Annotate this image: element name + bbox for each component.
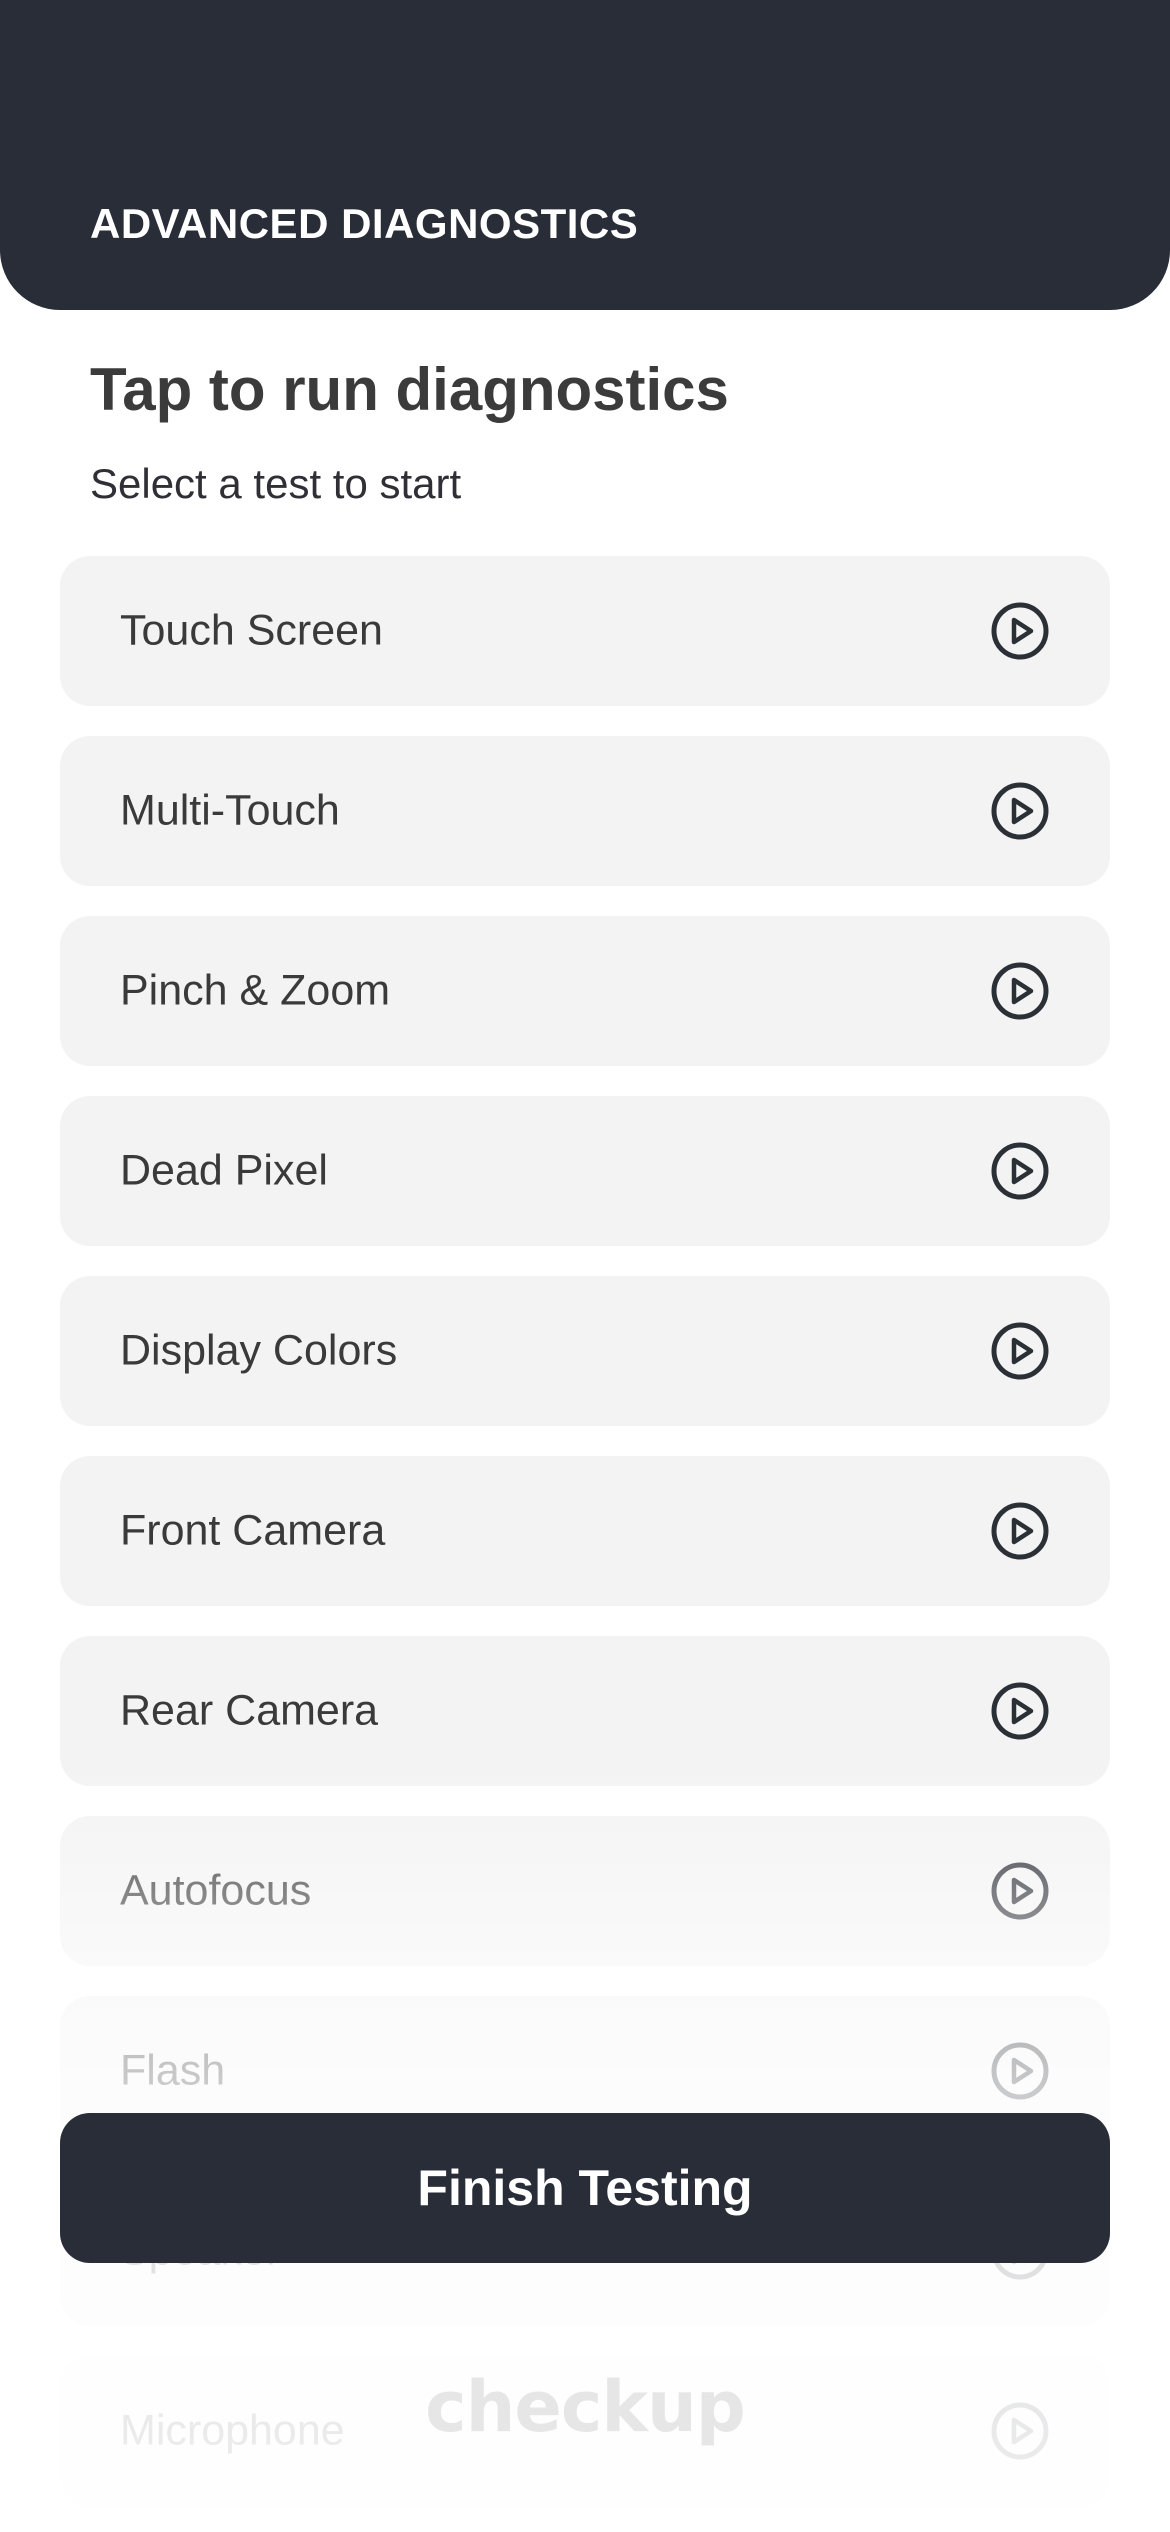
- test-label: Flash: [120, 2046, 226, 2095]
- header: ADVANCED DIAGNOSTICS: [0, 0, 1170, 310]
- header-title: ADVANCED DIAGNOSTICS: [90, 200, 639, 247]
- test-label: Pinch & Zoom: [120, 966, 391, 1015]
- test-item-multi-touch[interactable]: Multi-Touch: [60, 736, 1110, 886]
- test-item-display-colors[interactable]: Display Colors: [60, 1276, 1110, 1426]
- finish-testing-button[interactable]: Finish Testing: [60, 2113, 1110, 2263]
- checkup-logo: checkup: [425, 2366, 746, 2448]
- play-circle-icon[interactable]: [990, 961, 1050, 1021]
- page-subtitle: Select a test to start: [90, 460, 462, 507]
- test-item-pinch-zoom[interactable]: Pinch & Zoom: [60, 916, 1110, 1066]
- play-circle-icon[interactable]: [990, 1681, 1050, 1741]
- test-item-front-camera[interactable]: Front Camera: [60, 1456, 1110, 1606]
- test-item-dead-pixel[interactable]: Dead Pixel: [60, 1096, 1110, 1246]
- play-circle-icon[interactable]: [990, 1861, 1050, 1921]
- play-circle-icon[interactable]: [990, 1321, 1050, 1381]
- test-label: Multi-Touch: [120, 786, 340, 835]
- play-circle-icon[interactable]: [990, 1141, 1050, 1201]
- test-item-autofocus[interactable]: Autofocus: [60, 1816, 1110, 1966]
- test-item-rear-camera[interactable]: Rear Camera: [60, 1636, 1110, 1786]
- test-label: Display Colors: [120, 1326, 398, 1375]
- diagnostics-screen: ADVANCED DIAGNOSTICS Tap to run diagnost…: [0, 0, 1170, 2532]
- play-circle-icon[interactable]: [990, 1501, 1050, 1561]
- test-label: Rear Camera: [120, 1686, 379, 1735]
- test-label: Dead Pixel: [120, 1146, 328, 1195]
- play-circle-icon[interactable]: [990, 2041, 1050, 2101]
- page-title: Tap to run diagnostics: [90, 356, 729, 423]
- test-item-touch-screen[interactable]: Touch Screen: [60, 556, 1110, 706]
- test-label: Front Camera: [120, 1506, 386, 1555]
- play-circle-icon[interactable]: [990, 781, 1050, 841]
- test-label: Touch Screen: [120, 606, 383, 655]
- test-label: Autofocus: [120, 1866, 312, 1915]
- play-circle-icon[interactable]: [990, 601, 1050, 661]
